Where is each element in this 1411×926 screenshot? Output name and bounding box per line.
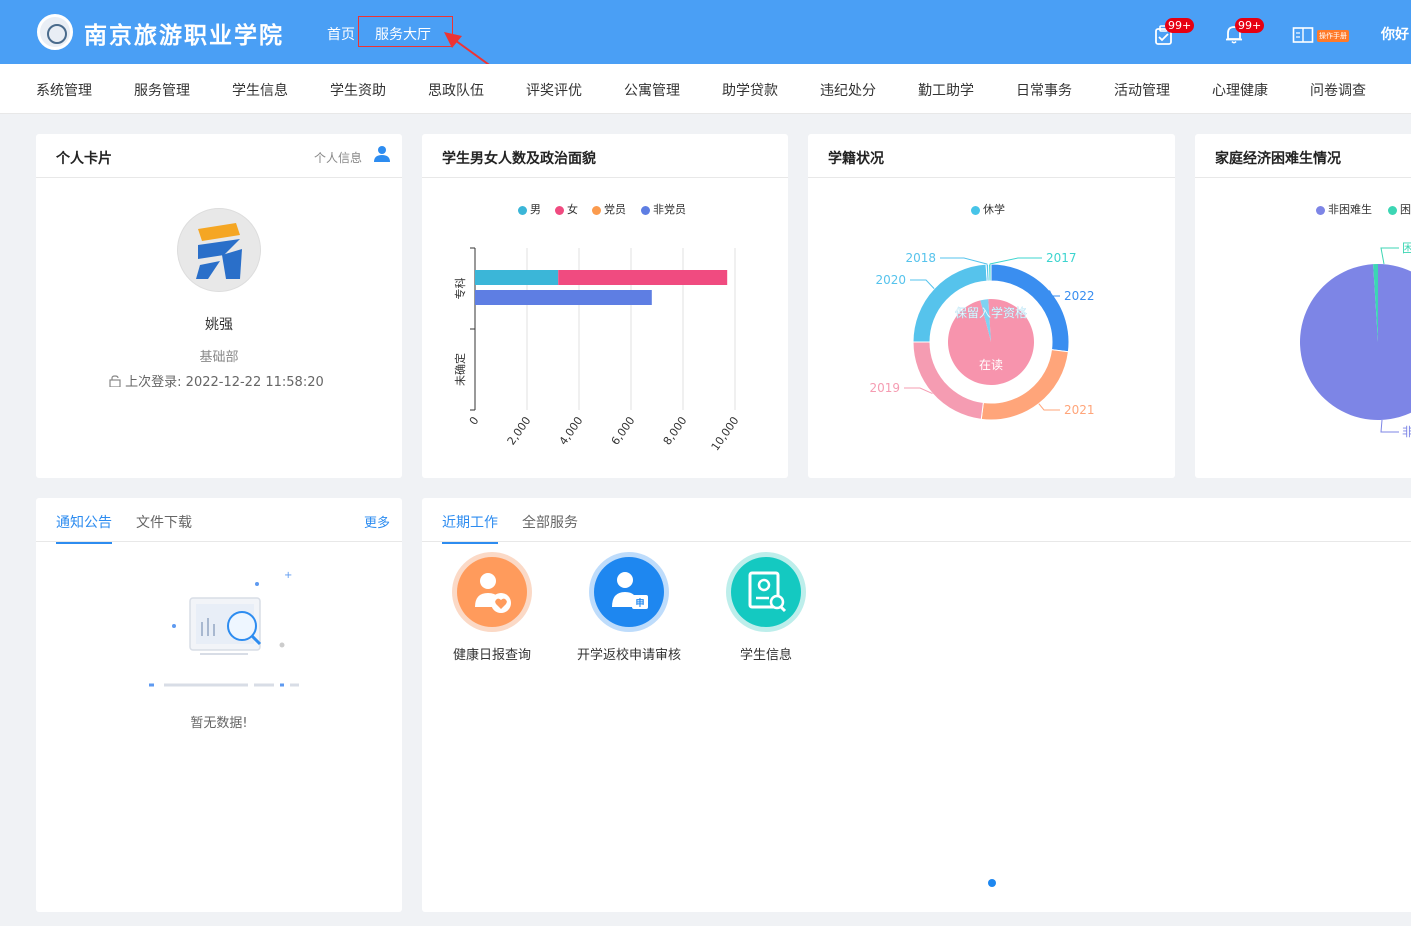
tab-all-services[interactable]: 全部服务 [522, 512, 578, 532]
enrollment-ring-chart: 2022 2021 2019 2020 2018 2017 保留入学资格在读 [869, 251, 1095, 421]
nav-item-survey[interactable]: 问卷调查 [1310, 80, 1366, 100]
nav-item-daily[interactable]: 日常事务 [1016, 80, 1072, 100]
ring-leader-line [1038, 403, 1060, 411]
last-login: 上次登录: 2022-12-22 11:58:20 [109, 371, 324, 390]
bar-女 [558, 270, 728, 285]
pie-label-difficulty: 困 [1402, 241, 1411, 255]
svg-text:申: 申 [635, 597, 644, 609]
service-label: 学生信息 [739, 648, 792, 663]
manual-icon[interactable] [1292, 26, 1314, 44]
economic-difficulty-card: 家庭经济困难生情况 非困难生 困 困非 [1195, 134, 1411, 478]
x-tick-label: 0 [467, 414, 482, 427]
more-link[interactable]: 更多 [364, 512, 390, 531]
nav-item-student-info[interactable]: 学生信息 [232, 80, 288, 100]
school-name: 南京旅游职业学院 [84, 22, 284, 49]
ring-leader-line [910, 279, 935, 289]
ring-label-2017: 2017 [1046, 251, 1077, 265]
ring-leader-line [940, 257, 988, 265]
ring-label-2018: 2018 [905, 251, 936, 265]
service-health-report[interactable]: 健康日报查询 [437, 552, 547, 666]
manual-label[interactable]: 操作手册 [1317, 30, 1349, 42]
profile-info-link[interactable]: 个人信息 [314, 149, 362, 166]
profile-card: 个人卡片 个人信息 姚强 基础部 上次登录: 2022-12-22 11:58:… [36, 134, 402, 478]
recent-work-card: 近期工作 全部服务 健康日报查询 申 开学返校申请审核 学生信息 [422, 498, 1411, 912]
x-tick-label: 8,000 [661, 414, 690, 447]
health-report-icon [475, 573, 511, 613]
profile-name: 姚强 [205, 317, 233, 333]
notices-card: 通知公告 文件下载 更多 + 暂无数据! [36, 498, 402, 912]
ring-leader-line [1049, 290, 1060, 297]
nav-item-mental[interactable]: 心理健康 [1212, 80, 1268, 100]
empty-data-text: 暂无数据! [190, 716, 248, 731]
pie-leader-line [1380, 419, 1399, 433]
service-label: 健康日报查询 [452, 648, 531, 663]
nav-item-service[interactable]: 服务管理 [134, 80, 190, 100]
svg-text:+: + [284, 570, 292, 581]
nav-item-discipline[interactable]: 违纪处分 [820, 80, 876, 100]
profile-card-title: 个人卡片 [56, 151, 112, 167]
tab-downloads[interactable]: 文件下载 [136, 512, 192, 532]
empty-data-icon: + [149, 570, 299, 687]
economic-pie-chart: 困非 [1300, 241, 1411, 439]
avatar [177, 208, 261, 292]
notification-badge: 99+ [1235, 18, 1265, 33]
tab-notices[interactable]: 通知公告 [56, 512, 112, 544]
last-login-time: 2022-12-22 11:58:20 [185, 375, 324, 390]
main-nav: 系统管理 服务管理 学生信息 学生资助 思政队伍 评奖评优 公寓管理 助学贷款 … [0, 64, 1411, 114]
lock-icon [109, 375, 121, 388]
school-logo [37, 14, 73, 50]
gender-bar-chart: 0 2,000 4,000 6,000 8,000 10,000 专科未确定 [453, 247, 742, 453]
nav-item-system[interactable]: 系统管理 [36, 80, 92, 100]
inner-label-reserved: 保留入学资格 [955, 305, 1027, 320]
pie-label-non-difficulty: 非 [1402, 425, 1411, 439]
nav-item-activity[interactable]: 活动管理 [1114, 80, 1170, 100]
tab-recent-work[interactable]: 近期工作 [442, 512, 498, 544]
y-category-label: 专科 [453, 278, 467, 300]
bar-非党员 [475, 290, 652, 305]
service-student-info[interactable]: 学生信息 [711, 552, 821, 666]
service-return-review[interactable]: 申 开学返校申请审核 [574, 552, 684, 666]
y-category-label: 未确定 [453, 353, 467, 386]
student-info-icon [748, 571, 787, 613]
nav-item-loan[interactable]: 助学贷款 [722, 80, 778, 100]
gender-political-chart-card: 学生男女人数及政治面貌 男 女 党员 非党员 0 2,000 4,000 6,000 8… [422, 134, 788, 478]
ring-label-2019: 2019 [869, 381, 900, 395]
ring-label-2022: 2022 [1064, 289, 1095, 303]
top-header: 南京旅游职业学院 首页 服务大厅 99+ 99+ 操作手册 你好 [0, 0, 1411, 81]
x-tick-label: 2,000 [505, 414, 534, 447]
ring-leader-line [989, 257, 1042, 265]
user-icon[interactable] [373, 145, 391, 163]
pie-leader-line [1380, 247, 1399, 265]
pie-slice-非 [1300, 264, 1411, 420]
x-tick-label: 4,000 [557, 414, 586, 447]
application-review-icon: 申 [612, 572, 648, 609]
x-tick-label: 6,000 [609, 414, 638, 447]
service-label: 开学返校申请审核 [576, 648, 681, 663]
carousel-dot[interactable] [988, 879, 996, 887]
nav-item-ideology[interactable]: 思政队伍 [428, 80, 484, 100]
nav-item-dorm[interactable]: 公寓管理 [624, 80, 680, 100]
bar-男 [475, 270, 559, 285]
service-hall-link[interactable]: 服务大厅 [375, 24, 431, 44]
x-tick-label: 10,000 [709, 414, 742, 453]
home-link[interactable]: 首页 [327, 24, 355, 44]
enrollment-status-card: 学籍状况 休学 2022 2021 2019 2020 2018 2017 保留入学资格 在读 [808, 134, 1175, 478]
nav-item-aid[interactable]: 学生资助 [330, 80, 386, 100]
inner-label-enrolled: 在读 [979, 358, 1003, 372]
profile-department: 基础部 [199, 350, 239, 365]
ring-slice-2017 [988, 263, 992, 282]
last-login-label: 上次登录: [125, 375, 182, 390]
ring-label-2021: 2021 [1064, 403, 1095, 417]
nav-item-awards[interactable]: 评奖评优 [526, 80, 582, 100]
task-badge: 99+ [1165, 18, 1195, 33]
user-greeting[interactable]: 你好 [1381, 24, 1409, 44]
ring-label-2020: 2020 [875, 273, 906, 287]
nav-item-work-study[interactable]: 勤工助学 [918, 80, 974, 100]
